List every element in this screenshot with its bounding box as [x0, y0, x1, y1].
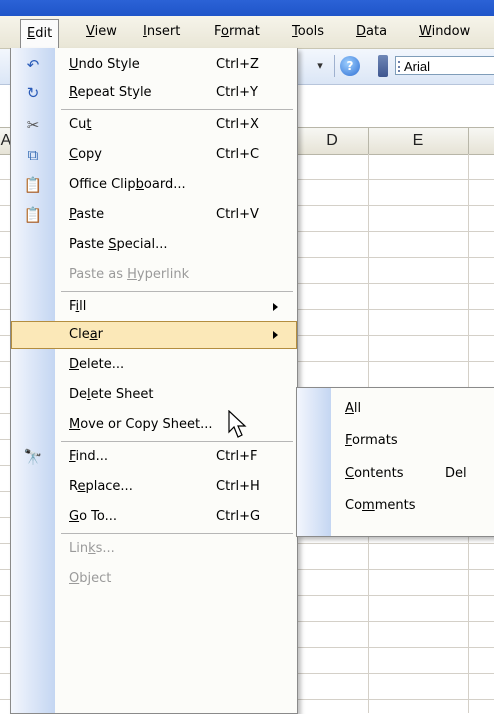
menu-insert-label: nsert — [146, 24, 181, 39]
menu-item-fill[interactable]: Fill — [11, 293, 297, 321]
menu-separator — [61, 109, 293, 110]
submenu-item-label: Formats — [345, 433, 398, 448]
mouse-pointer-icon — [228, 410, 247, 438]
menu-edit-label: dit — [35, 26, 53, 41]
menu-bar: Edit View Insert Format Tools Data Windo… — [0, 16, 494, 49]
menu-item-label: Copy — [69, 147, 102, 162]
submenu-item-contents[interactable]: Contents Del — [297, 459, 494, 489]
menu-item-label: Cut — [69, 117, 92, 132]
menu-item-find[interactable]: 🔭 Find... Ctrl+F — [11, 443, 297, 471]
font-name-combobox[interactable]: Arial — [395, 56, 494, 75]
submenu-item-label: Contents — [345, 466, 404, 481]
menu-item-cut[interactable]: ✂ Cut Ctrl+X — [11, 111, 297, 139]
menu-data[interactable]: Data — [350, 22, 393, 42]
edit-menu-dropdown: ↶ Undo Style Ctrl+Z ↻ Repeat Style Ctrl+… — [10, 48, 298, 714]
menu-item-label: Paste — [69, 207, 105, 222]
menu-insert[interactable]: Insert — [137, 22, 186, 42]
menu-edit[interactable]: Edit — [20, 19, 60, 48]
menu-separator — [61, 291, 293, 292]
menu-item-undo-style[interactable]: ↶ Undo Style Ctrl+Z — [11, 51, 297, 79]
menu-format[interactable]: Format — [208, 22, 266, 42]
menu-format-accel: o — [221, 24, 229, 39]
help-icon[interactable]: ? — [340, 56, 360, 76]
menu-data-label: ata — [366, 24, 388, 39]
repeat-icon: ↻ — [26, 84, 40, 102]
menu-view-accel: V — [86, 24, 95, 39]
menu-format-pre: F — [214, 24, 222, 39]
menu-window-accel: W — [419, 24, 432, 39]
menu-item-label: Find... — [69, 449, 109, 464]
menu-item-label: Links... — [69, 541, 115, 556]
menu-item-paste-as-hyperlink: Paste as Hyperlink — [11, 261, 297, 289]
submenu-arrow-icon — [273, 331, 278, 339]
menu-item-shortcut: Ctrl+X — [216, 117, 259, 132]
submenu-item-all[interactable]: All — [297, 394, 494, 424]
menu-window-label: indow — [431, 24, 471, 39]
menu-item-copy[interactable]: ⧉ Copy Ctrl+C — [11, 141, 297, 169]
clear-submenu: All Formats Contents Del Comments — [296, 387, 494, 537]
binoculars-icon: 🔭 — [23, 448, 43, 466]
menu-item-shortcut: Ctrl+F — [216, 449, 258, 464]
toolbar-dropdown-arrow-icon[interactable]: ▾ — [310, 56, 330, 76]
menu-view-label: iew — [94, 24, 117, 39]
menu-tools-label: ools — [297, 24, 325, 39]
menu-item-label: Clear — [69, 327, 104, 342]
submenu-arrow-icon — [273, 303, 278, 311]
submenu-item-label: All — [345, 401, 362, 416]
menu-item-label: Fill — [69, 299, 87, 314]
menu-item-shortcut: Ctrl+Y — [216, 85, 258, 100]
menu-item-paste[interactable]: 📋 Paste Ctrl+V — [11, 201, 297, 229]
menu-item-label: Delete Sheet — [69, 387, 154, 402]
menu-item-delete-sheet[interactable]: Delete Sheet — [11, 381, 297, 409]
submenu-item-label: Comments — [345, 498, 416, 513]
undo-icon: ↶ — [26, 56, 40, 74]
menu-window[interactable]: Window — [413, 22, 476, 42]
menu-item-repeat-style[interactable]: ↻ Repeat Style Ctrl+Y — [11, 79, 297, 107]
menu-item-go-to[interactable]: Go To... Ctrl+G — [11, 503, 297, 531]
paste-icon: 📋 — [23, 206, 43, 224]
copy-icon: ⧉ — [27, 146, 39, 164]
scissors-icon: ✂ — [26, 116, 40, 134]
menu-item-shortcut: Ctrl+G — [216, 509, 261, 524]
menu-item-label: Repeat Style — [69, 85, 152, 100]
menu-item-move-or-copy-sheet[interactable]: Move or Copy Sheet... — [11, 411, 297, 439]
toolbar-separator — [334, 55, 335, 77]
menu-item-replace[interactable]: Replace... Ctrl+H — [11, 473, 297, 501]
clipboard-icon: 📋 — [23, 176, 43, 194]
menu-tools[interactable]: Tools — [286, 22, 330, 42]
column-header-e[interactable]: E — [368, 128, 469, 154]
menu-item-label: Replace... — [69, 479, 133, 494]
menu-item-delete[interactable]: Delete... — [11, 351, 297, 379]
menu-format-label: rmat — [228, 24, 260, 39]
menu-item-label: Paste as Hyperlink — [69, 267, 190, 282]
toolbar-options-grip-icon[interactable] — [378, 55, 388, 77]
menu-data-accel: D — [356, 24, 367, 39]
menu-item-shortcut: Ctrl+V — [216, 207, 259, 222]
menu-item-label: Undo Style — [69, 57, 140, 72]
menu-item-clear[interactable]: Clear — [11, 321, 297, 349]
menu-item-shortcut: Ctrl+C — [216, 147, 260, 162]
menu-item-label: Move or Copy Sheet... — [69, 417, 213, 432]
menu-edit-accel: E — [27, 26, 36, 41]
column-header-d[interactable]: D — [296, 128, 369, 154]
menu-item-office-clipboard[interactable]: 📋 Office Clipboard... — [11, 171, 297, 199]
menu-item-paste-special[interactable]: Paste Special... — [11, 231, 297, 259]
menu-item-label: Object — [69, 571, 112, 586]
window-title-strip — [0, 0, 494, 16]
menu-view[interactable]: View — [80, 22, 123, 42]
submenu-item-shortcut: Del — [445, 466, 467, 481]
submenu-item-formats[interactable]: Formats — [297, 426, 494, 456]
menu-item-shortcut: Ctrl+H — [216, 479, 260, 494]
submenu-item-comments[interactable]: Comments — [297, 491, 494, 521]
menu-item-label: Go To... — [69, 509, 118, 524]
menu-item-links: Links... — [11, 535, 297, 563]
menu-separator — [61, 533, 293, 534]
menu-item-object: Object — [11, 565, 297, 593]
menu-item-label: Office Clipboard... — [69, 177, 186, 192]
menu-item-label: Delete... — [69, 357, 125, 372]
menu-separator — [61, 441, 293, 442]
menu-item-label: Paste Special... — [69, 237, 168, 252]
menu-item-shortcut: Ctrl+Z — [216, 57, 259, 72]
